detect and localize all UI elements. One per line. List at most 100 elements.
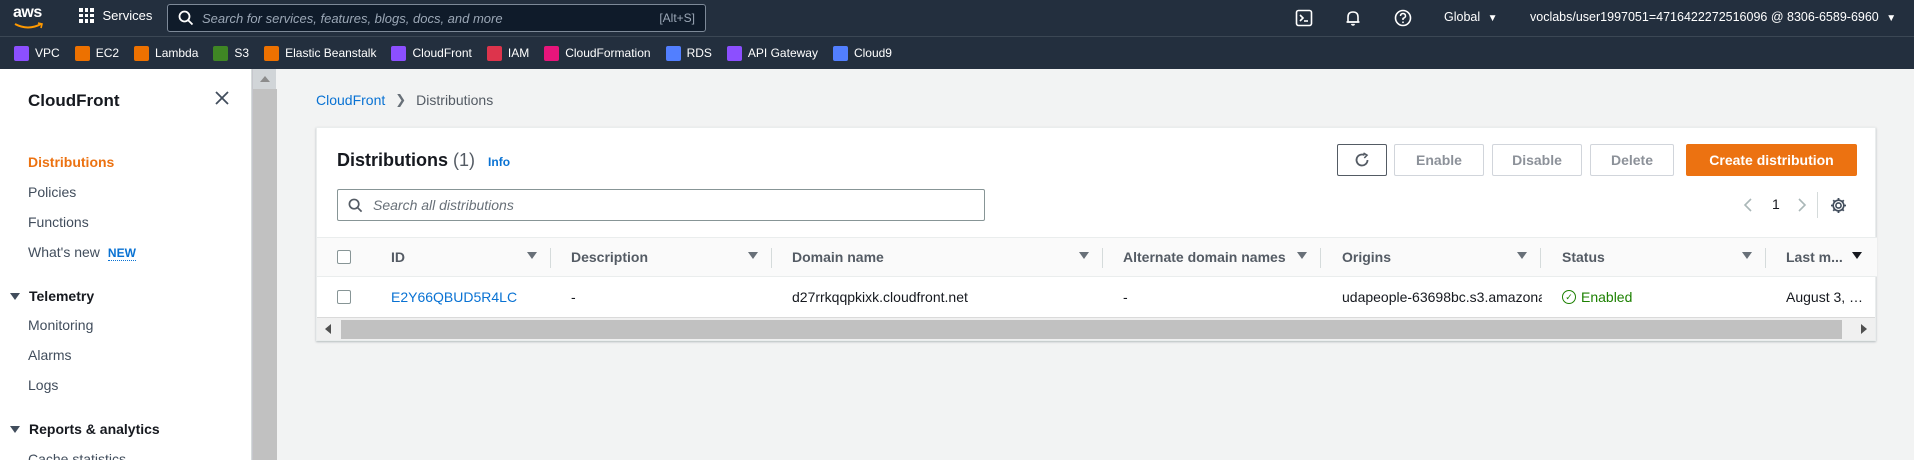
scroll-right-arrow-icon[interactable] (1861, 324, 1867, 334)
s3-icon (213, 45, 229, 61)
section-label: Reports & analytics (29, 421, 160, 437)
aws-smile-icon (14, 22, 43, 29)
row-checkbox[interactable] (337, 290, 351, 304)
next-page-icon[interactable] (1797, 198, 1807, 212)
favorite-s3[interactable]: S3 (213, 45, 250, 61)
close-icon[interactable] (215, 91, 229, 105)
sort-caret-icon[interactable] (1742, 252, 1752, 259)
iam-icon (486, 45, 502, 61)
table-header: ID Description Domain name Alternate dom… (317, 237, 1877, 277)
sort-descending-icon[interactable] (1852, 252, 1862, 259)
column-header-alternate-domain-names[interactable]: Alternate domain names (1123, 249, 1286, 265)
refresh-button[interactable] (1337, 144, 1387, 176)
select-all-checkbox[interactable] (337, 250, 351, 264)
global-search-input[interactable]: Search for services, features, blogs, do… (167, 4, 706, 32)
scroll-up-arrow-icon[interactable] (260, 76, 270, 82)
create-distribution-button[interactable]: Create distribution (1686, 144, 1857, 176)
sort-caret-icon[interactable] (748, 252, 758, 259)
sidebar-item-alarms[interactable]: Alarms (28, 347, 72, 363)
delete-button[interactable]: Delete (1590, 144, 1674, 176)
sidebar-item-policies[interactable]: Policies (28, 184, 76, 200)
favorite-iam[interactable]: IAM (486, 45, 529, 61)
favorite-label: S3 (234, 46, 250, 60)
account-menu[interactable]: voclabs/user1997051=4716422272516096 @ 8… (1530, 10, 1896, 24)
favorite-lambda[interactable]: Lambda (134, 45, 199, 61)
column-header-description[interactable]: Description (571, 249, 648, 265)
breadcrumb-cloudfront-link[interactable]: CloudFront (316, 92, 385, 108)
column-divider[interactable] (1320, 248, 1321, 268)
sidebar-item-label: What's new (28, 244, 100, 260)
region-caret-icon: ▼ (1487, 13, 1498, 24)
favorite-elastic-beanstalk[interactable]: Elastic Beanstalk (264, 45, 376, 61)
rds-icon (665, 45, 681, 61)
cloudshell-icon[interactable] (1295, 9, 1313, 27)
column-divider[interactable] (1540, 248, 1541, 268)
sort-caret-icon[interactable] (1079, 252, 1089, 259)
sidebar-item-distributions[interactable]: Distributions (28, 154, 114, 170)
scrollbar-thumb[interactable] (253, 89, 277, 460)
distributions-panel: Distributions (1) Info Enable Disable De… (316, 127, 1877, 341)
favorite-cloudfront[interactable]: CloudFront (391, 45, 472, 61)
chevron-right-icon: ❯ (395, 92, 407, 107)
favorite-ec2[interactable]: EC2 (74, 45, 119, 61)
search-icon (178, 10, 194, 26)
sidebar-title[interactable]: CloudFront (28, 91, 120, 111)
cloud9-icon (832, 45, 848, 61)
distributions-search-input[interactable]: Search all distributions (337, 189, 985, 221)
sort-caret-icon[interactable] (527, 252, 537, 259)
new-badge: NEW (107, 246, 136, 261)
sidebar-section-telemetry[interactable]: Telemetry (10, 288, 94, 304)
column-header-id[interactable]: ID (391, 249, 405, 265)
column-header-origins[interactable]: Origins (1342, 249, 1391, 265)
sort-caret-icon[interactable] (1297, 252, 1307, 259)
column-divider[interactable] (550, 248, 551, 268)
favorite-api-gateway[interactable]: API Gateway (726, 45, 818, 61)
info-link[interactable]: Info (488, 155, 510, 169)
region-selector[interactable]: Global ▼ (1444, 10, 1498, 24)
column-header-status[interactable]: Status (1562, 249, 1605, 265)
column-header-last-modified[interactable]: Last m... (1786, 249, 1843, 265)
favorite-label: Cloud9 (853, 46, 892, 60)
sidebar-item-logs[interactable]: Logs (28, 377, 58, 393)
distribution-id-link[interactable]: E2Y66QBUD5R4LC (391, 289, 517, 305)
services-grid-icon (79, 8, 94, 23)
cell-origins: udapeople-63698bc.s3.amazonaws.com (1342, 289, 1542, 305)
sort-caret-icon[interactable] (1517, 252, 1527, 259)
favorite-label: CloudFront (412, 46, 472, 60)
sidebar-item-cache-statistics[interactable]: Cache statistics (28, 451, 126, 460)
search-icon (348, 198, 363, 212)
column-divider[interactable] (771, 248, 772, 268)
sidebar-scrollbar[interactable] (252, 69, 277, 460)
sidebar-item-functions[interactable]: Functions (28, 214, 89, 230)
notifications-bell-icon[interactable] (1344, 9, 1362, 27)
panel-header: Distributions (1) Info (337, 150, 510, 171)
column-divider[interactable] (1102, 248, 1103, 268)
favorite-rds[interactable]: RDS (665, 45, 712, 61)
favorite-vpc[interactable]: VPC (14, 45, 60, 61)
favorite-cloudformation[interactable]: CloudFormation (544, 45, 651, 61)
sidebar-section-reports[interactable]: Reports & analytics (10, 421, 160, 437)
scroll-left-arrow-icon[interactable] (325, 324, 331, 334)
page-number[interactable]: 1 (1772, 196, 1780, 212)
search-shortcut: [Alt+S] (659, 11, 695, 25)
favorite-label: Lambda (155, 46, 199, 60)
sidebar-item-whats-new[interactable]: What's new NEW (28, 244, 136, 261)
enable-button[interactable]: Enable (1394, 144, 1484, 176)
help-icon[interactable] (1394, 9, 1412, 27)
cell-domain-name: d27rrkqqpkixk.cloudfront.net (792, 289, 968, 305)
caret-down-icon (10, 425, 20, 433)
disable-button[interactable]: Disable (1492, 144, 1582, 176)
scrollbar-thumb[interactable] (341, 320, 1842, 339)
sidebar-item-monitoring[interactable]: Monitoring (28, 317, 93, 333)
table-row[interactable]: E2Y66QBUD5R4LC - d27rrkqqpkixk.cloudfron… (317, 277, 1877, 317)
favorite-label: VPC (35, 46, 60, 60)
services-menu-button[interactable]: Services (79, 8, 152, 23)
aws-logo[interactable]: aws (13, 4, 47, 32)
favorite-cloud9[interactable]: Cloud9 (832, 45, 892, 61)
table-horizontal-scrollbar[interactable] (317, 317, 1875, 340)
settings-gear-icon[interactable] (1830, 197, 1847, 214)
column-divider[interactable] (1765, 248, 1766, 268)
previous-page-icon[interactable] (1743, 198, 1753, 212)
column-header-domain-name[interactable]: Domain name (792, 249, 884, 265)
check-circle-icon: ✓ (1562, 290, 1576, 304)
